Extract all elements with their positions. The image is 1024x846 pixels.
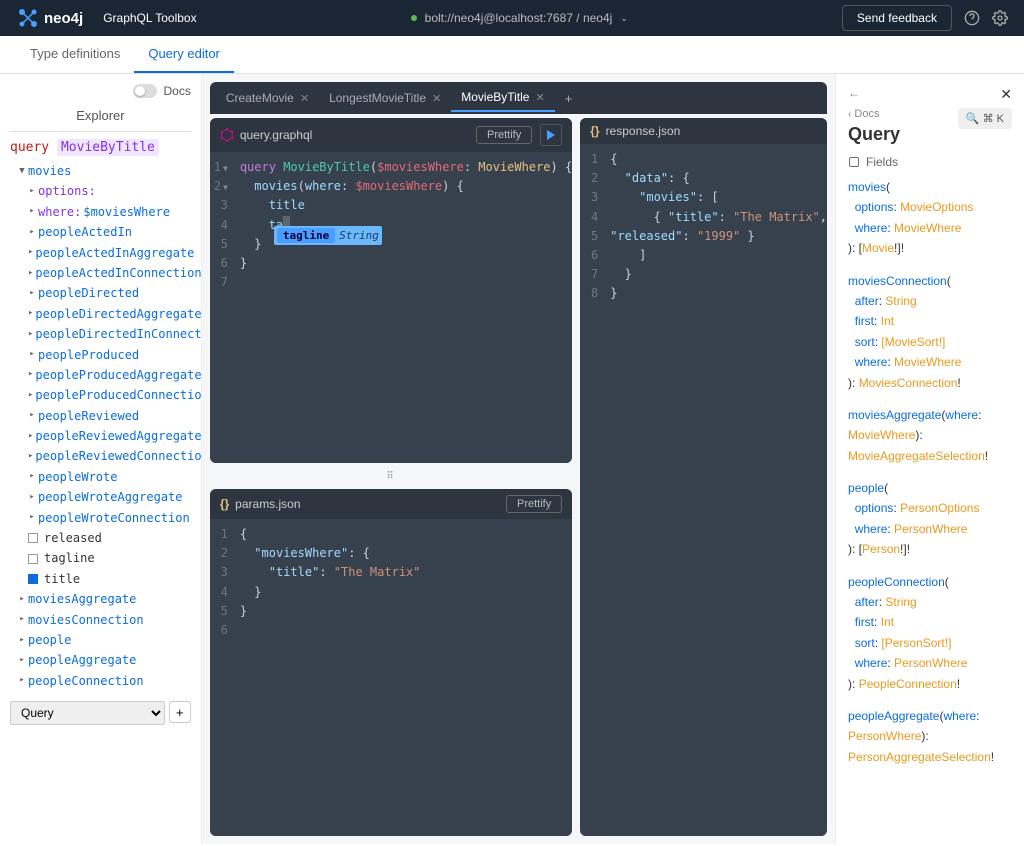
params-filename: params.json (235, 497, 300, 511)
docs-field-entry: peopleConnection( after: String first: I… (848, 572, 1012, 694)
nav-type-definitions[interactable]: Type definitions (16, 36, 134, 73)
add-operation-select[interactable]: Query (10, 701, 165, 725)
fields-section-header: Fields (848, 155, 1012, 169)
query-filename: query.graphql (240, 128, 313, 142)
chevron-down-icon: ⌄ (620, 13, 628, 24)
tab-close-icon[interactable]: ✕ (300, 92, 309, 105)
query-tab[interactable]: LongestMovieTitle✕ (319, 84, 451, 112)
tree-options-arg[interactable]: ▸options: (10, 181, 191, 201)
query-tabs-bar: CreateMovie✕LongestMovieTitle✕MovieByTit… (210, 82, 827, 114)
docs-field-entry: people( options: PersonOptions where: Pe… (848, 478, 1012, 560)
tree-child-field[interactable]: ▸peopleProducedAggregate (10, 365, 191, 385)
braces-icon: {} (590, 124, 599, 138)
tree-child-field[interactable]: ▸peopleReviewedConnection (10, 446, 191, 466)
query-summary: query MovieByTitle (10, 140, 191, 155)
run-query-button[interactable] (540, 124, 562, 146)
tree-sibling[interactable]: ▸peopleAggregate (10, 650, 191, 670)
params-editor-panel: {} params.json Prettify 123456 { "movies… (210, 489, 572, 836)
tree-child-field[interactable]: ▸peopleWroteAggregate (10, 487, 191, 507)
add-operation-button[interactable]: + (169, 701, 191, 723)
help-icon[interactable] (964, 10, 980, 26)
editor-area: CreateMovie✕LongestMovieTitle✕MovieByTit… (202, 74, 835, 844)
nav-query-editor[interactable]: Query editor (134, 36, 234, 73)
docs-toggle[interactable] (133, 84, 157, 98)
docs-toggle-label: Docs (163, 84, 190, 98)
logo-text: neo4j (44, 10, 83, 27)
response-code[interactable]: 12345678 { "data": { "movies": [ { "titl… (580, 144, 827, 836)
neo4j-logo-icon (16, 6, 40, 30)
tree-sibling[interactable]: ▸peopleConnection (10, 671, 191, 691)
response-panel: {} response.json 12345678 { "data": { "m… (580, 118, 827, 836)
main-nav: Type definitions Query editor (0, 36, 1024, 74)
docs-close-button[interactable]: ✕ (1000, 86, 1012, 103)
tree-child-field[interactable]: ▸peopleReviewedAggregate (10, 426, 191, 446)
logo: neo4j (16, 6, 83, 30)
connection-info[interactable]: bolt://neo4j@localhost:7687 / neo4j ⌄ (411, 11, 628, 25)
params-editor-code[interactable]: 123456 { "moviesWhere": { "title": "The … (210, 519, 572, 836)
braces-icon: {} (220, 497, 229, 511)
docs-back-button[interactable]: ← (848, 86, 860, 100)
tree-child-field[interactable]: ▸peopleActedInConnection (10, 263, 191, 283)
send-feedback-button[interactable]: Send feedback (842, 5, 952, 31)
tree-sibling[interactable]: ▸moviesAggregate (10, 589, 191, 609)
query-prettify-button[interactable]: Prettify (476, 126, 532, 144)
graphql-icon (220, 128, 234, 142)
connection-string: bolt://neo4j@localhost:7687 / neo4j (425, 11, 613, 25)
fields-icon (848, 156, 860, 168)
tree-child-field[interactable]: ▸peopleProducedConnection (10, 385, 191, 405)
docs-field-entry: peopleAggregate(where: PersonWhere): Per… (848, 706, 1012, 767)
tree-child-field[interactable]: ▸peopleWroteConnection (10, 508, 191, 528)
search-shortcut-button[interactable]: 🔍 ⌘ K (958, 108, 1012, 129)
tree-where-arg[interactable]: ▸where:$moviesWhere (10, 202, 191, 222)
app-header: neo4j GraphQL Toolbox bolt://neo4j@local… (0, 0, 1024, 36)
status-dot-icon (411, 15, 417, 21)
tree-sibling[interactable]: ▸moviesConnection (10, 610, 191, 630)
query-editor-code[interactable]: 1▼2▼34567 query MovieByTitle($moviesWher… (210, 152, 572, 463)
query-tab[interactable]: MovieByTitle✕ (451, 84, 554, 112)
tree-child-field[interactable]: ▸peopleDirectedInConnection (10, 324, 191, 344)
explorer-title: Explorer (10, 108, 191, 123)
tab-close-icon[interactable]: ✕ (535, 91, 544, 104)
tree-child-field[interactable]: ▸peopleDirectedAggregate (10, 304, 191, 324)
docs-panel: ← ✕ ‹ Docs Query 🔍 ⌘ K Fields movies( op… (835, 74, 1024, 844)
tree-child-field[interactable]: ▸peopleReviewed (10, 406, 191, 426)
tree-tagline-field[interactable]: tagline (10, 548, 191, 568)
tree-movies[interactable]: ▼movies (10, 161, 191, 181)
params-prettify-button[interactable]: Prettify (506, 495, 562, 513)
tree-title-field[interactable]: title (10, 569, 191, 589)
docs-field-entry: moviesConnection( after: String first: I… (848, 271, 1012, 393)
tree-child-field[interactable]: ▸peopleProduced (10, 345, 191, 365)
tree-child-field[interactable]: ▸peopleActedIn (10, 222, 191, 242)
tab-close-icon[interactable]: ✕ (432, 92, 441, 105)
query-editor-panel: query.graphql Prettify 1▼2▼34567 query M… (210, 118, 572, 463)
new-tab-button[interactable]: + (555, 85, 583, 112)
explorer-panel: Docs Explorer query MovieByTitle ▼movies… (0, 74, 202, 844)
response-filename: response.json (606, 124, 681, 138)
tree-child-field[interactable]: ▸peopleWrote (10, 467, 191, 487)
tree-released-field[interactable]: released (10, 528, 191, 548)
docs-field-entry: movies( options: MovieOptions where: Mov… (848, 177, 1012, 259)
settings-icon[interactable] (992, 10, 1008, 26)
autocomplete-popup[interactable]: tagline String (274, 226, 382, 245)
app-title: GraphQL Toolbox (103, 11, 196, 25)
resize-handle[interactable]: ⠿ (210, 471, 572, 481)
query-tab[interactable]: CreateMovie✕ (216, 84, 319, 112)
docs-field-entry: moviesAggregate(where: MovieWhere): Movi… (848, 405, 1012, 466)
tree-child-field[interactable]: ▸peopleActedInAggregate (10, 243, 191, 263)
tree-sibling[interactable]: ▸people (10, 630, 191, 650)
tree-child-field[interactable]: ▸peopleDirected (10, 283, 191, 303)
